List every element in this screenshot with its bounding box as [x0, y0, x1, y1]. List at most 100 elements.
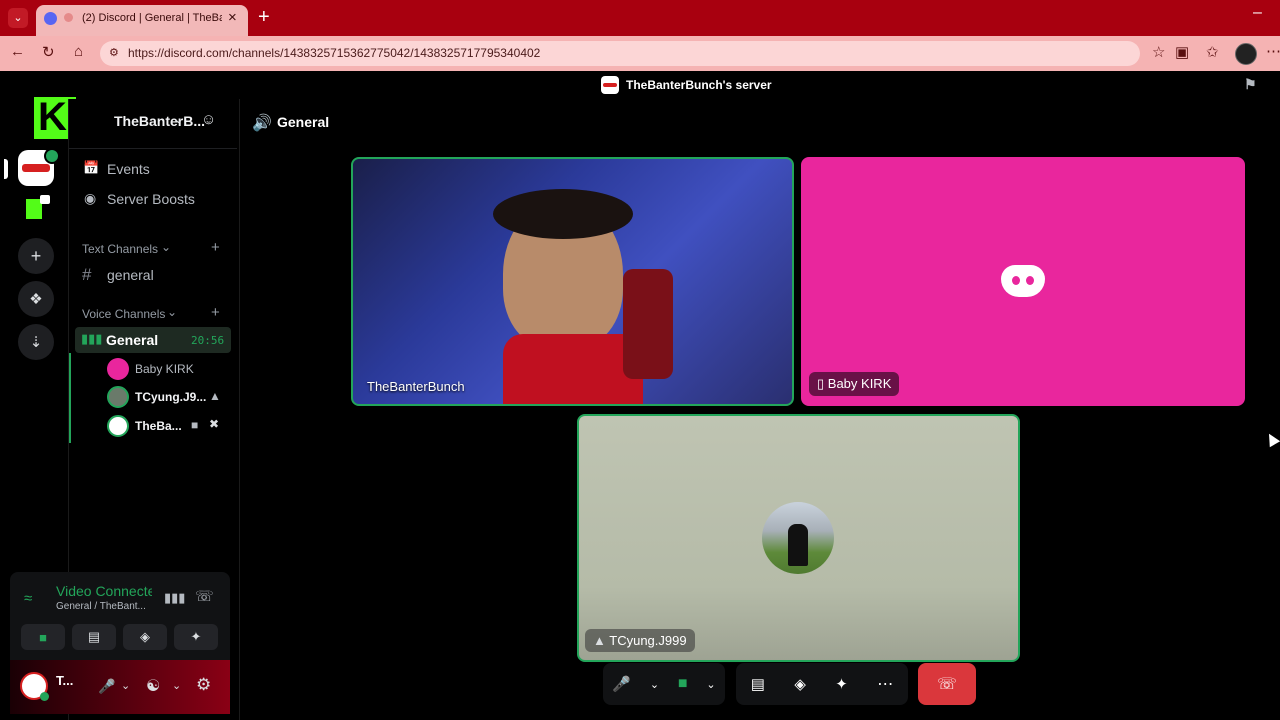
browser-tab[interactable]: (2) Discord | General | TheBan ×: [36, 5, 248, 36]
microphone-icon[interactable]: 🎤: [612, 675, 631, 693]
user-name[interactable]: T...: [56, 673, 73, 688]
discord-logo-icon: [1001, 265, 1045, 297]
participant-name: TheBanterBunch: [367, 379, 465, 394]
voice-channels-header[interactable]: Voice Channels: [82, 307, 165, 321]
text-channels-header[interactable]: Text Channels: [82, 242, 158, 256]
hang-up-button[interactable]: ☏: [918, 663, 976, 705]
add-server-icon[interactable]: +: [18, 238, 54, 274]
tab-title: (2) Discord | General | TheBan: [82, 12, 222, 24]
camera-icon[interactable]: ■: [678, 675, 688, 693]
call-actions: ▤ ◈ ✦ ⋯: [736, 663, 908, 705]
video-tile-tcyung[interactable]: ▲ TCyung.J999: [577, 414, 1020, 662]
voice-location-text[interactable]: General / TheBant...: [56, 601, 146, 612]
video-tile-baby-kirk[interactable]: ▯ Baby KIRK: [801, 157, 1245, 406]
url-field[interactable]: ⚙ https://discord.com/channels/143832571…: [100, 41, 1140, 66]
download-apps-icon[interactable]: ⇣: [18, 324, 54, 360]
more-options-icon[interactable]: ⋯: [877, 674, 893, 694]
participant-nametag: ▲ TCyung.J999: [585, 629, 695, 652]
home-icon[interactable]: ⌂: [74, 43, 83, 60]
avatar: [107, 386, 129, 408]
back-arrow-icon[interactable]: ←: [10, 43, 25, 60]
activities-button[interactable]: ◈: [123, 624, 167, 650]
server-menu-chevron-icon[interactable]: ⌄: [173, 111, 184, 127]
voice-timer: 20:56: [191, 334, 225, 347]
audio-video-controls: 🎤 ⌄ ■ ⌄: [603, 663, 725, 705]
voice-user[interactable]: TheBa... ■ ✖: [107, 415, 227, 437]
voice-user-name: Baby KIRK: [135, 362, 194, 376]
close-tab-icon[interactable]: ×: [228, 9, 237, 26]
gaming-chair: [623, 269, 673, 379]
mobile-device-icon: ▯: [817, 376, 825, 391]
discord-favicon-icon: [44, 12, 57, 25]
collapse-chevron-icon[interactable]: ⌄: [161, 240, 171, 254]
chevron-down-icon[interactable]: ⌄: [172, 679, 181, 692]
channel-general-text[interactable]: general: [107, 267, 154, 283]
avatar: [107, 415, 129, 437]
deafened-icon: ✖: [209, 417, 220, 431]
screen-share-button[interactable]: ▤: [72, 624, 116, 650]
reload-icon[interactable]: ↻: [42, 43, 55, 61]
server-name[interactable]: TheBanterB...: [114, 113, 205, 129]
voice-activity-icon: ▮▮▮: [81, 331, 103, 346]
noise-suppression-icon[interactable]: ▮▮▮: [164, 590, 185, 606]
active-server-pill: [4, 159, 8, 179]
header-divider: [69, 148, 237, 149]
url-text: https://discord.com/channels/14383257153…: [128, 46, 541, 60]
more-menu-icon[interactable]: ⋯: [1266, 42, 1280, 60]
kick-letter: K: [38, 95, 67, 139]
voice-connected-panel: ≈ Video Connecte General / TheBant... ▮▮…: [10, 572, 230, 660]
add-text-channel-icon[interactable]: +: [211, 239, 220, 256]
activities-icon[interactable]: ◈: [794, 675, 806, 693]
settings-gear-icon[interactable]: ⚙: [196, 675, 211, 695]
hash-icon: #: [82, 265, 92, 284]
profile-avatar[interactable]: [1235, 43, 1257, 65]
webcam-hair: [493, 189, 633, 239]
disconnect-icon[interactable]: ☏: [195, 587, 214, 605]
camera-button[interactable]: ■: [21, 624, 65, 650]
collapse-chevron-icon[interactable]: ⌄: [167, 305, 177, 319]
server-icon-banterbunch[interactable]: [18, 148, 60, 186]
voice-user-name: TCyung.J9...: [135, 390, 207, 404]
favorites-icon[interactable]: ✩: [1206, 43, 1219, 61]
events-link[interactable]: Events: [107, 161, 150, 177]
voice-channel-general[interactable]: ▮▮▮ General 20:56: [75, 327, 231, 353]
add-voice-channel-icon[interactable]: +: [211, 304, 220, 321]
soundboard-icon[interactable]: ✦: [835, 675, 848, 693]
chevron-down-icon[interactable]: ⌄: [650, 678, 659, 691]
microphone-icon[interactable]: 🎤: [98, 678, 115, 695]
voice-user[interactable]: Baby KIRK: [107, 358, 227, 380]
tab-list-chevron-icon[interactable]: ⌄: [8, 8, 28, 28]
channel-title: General: [277, 114, 330, 130]
discover-compass-icon[interactable]: ❖: [18, 281, 54, 317]
site-info-icon[interactable]: ⚙: [109, 46, 119, 59]
webcam-shirt: [503, 334, 643, 404]
hang-up-phone-icon: ☏: [936, 676, 957, 693]
boost-icon: ◉: [84, 190, 97, 206]
participant-name: Baby KIRK: [827, 376, 892, 391]
favorite-star-icon[interactable]: ☆: [1152, 43, 1165, 61]
camera-permission-icon[interactable]: ▣: [1175, 43, 1189, 61]
participant-nametag: ▯ Baby KIRK: [809, 372, 900, 396]
inbox-flag-icon[interactable]: ⚑: [1244, 76, 1257, 93]
voice-user-name: TheBa...: [135, 419, 182, 433]
voice-user[interactable]: TCyung.J9... ▲: [107, 386, 227, 408]
video-tile-thebanterbunch[interactable]: TheBanterBunch: [351, 157, 794, 406]
screen-share-icon[interactable]: ▤: [751, 675, 765, 693]
invite-people-icon[interactable]: ☺: [201, 111, 216, 128]
chevron-down-icon[interactable]: ⌄: [706, 678, 715, 691]
online-status-dot: [40, 692, 49, 701]
playstation-icon: ▲: [593, 633, 606, 648]
chevron-down-icon[interactable]: ⌄: [121, 679, 130, 692]
connection-signal-icon[interactable]: ≈: [24, 590, 32, 607]
playstation-icon: ▲: [209, 389, 221, 403]
browser-tab-bar: ⌄ (2) Discord | General | TheBan × + –: [0, 0, 1280, 36]
window-title: TheBanterBunch's server: [626, 78, 772, 92]
minimize-window-icon[interactable]: –: [1253, 4, 1262, 22]
headphones-icon[interactable]: ☯: [146, 676, 160, 696]
server-icon-kick[interactable]: [22, 195, 50, 219]
audio-indicator-icon: [64, 13, 73, 22]
server-icon: [601, 76, 619, 94]
new-tab-icon[interactable]: +: [258, 6, 270, 29]
soundboard-button[interactable]: ✦: [174, 624, 218, 650]
server-boosts-link[interactable]: Server Boosts: [107, 191, 195, 207]
